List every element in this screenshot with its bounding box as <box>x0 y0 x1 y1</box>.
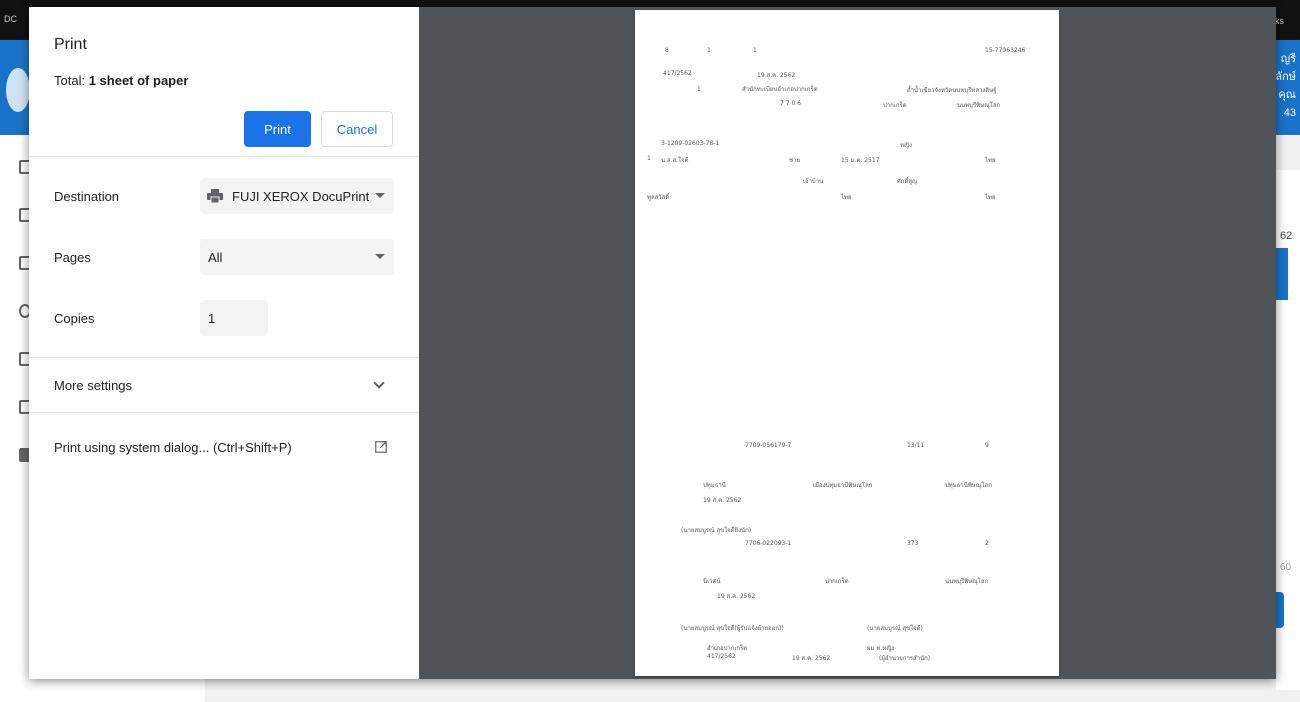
preview-text: 19 ส.ค. 2562 <box>717 593 756 600</box>
preview-text: 417/2562 <box>707 653 736 660</box>
print-settings-panel: Print Total: 1 sheet of paper Print Canc… <box>29 7 419 679</box>
preview-text: ถ้ำน้ำเขียวจังหวัดนนทบุรีหลวงดิษฐ์ <box>907 87 997 94</box>
preview-text: ปทุมธานี <box>703 482 726 489</box>
total-value: 1 sheet of paper <box>88 73 189 88</box>
preview-text: 8 <box>665 47 669 54</box>
copies-label: Copies <box>54 311 95 326</box>
background-value: 62 <box>1280 230 1293 242</box>
copies-input[interactable] <box>200 300 268 336</box>
chevron-down-icon <box>375 254 385 259</box>
preview-text: ไทย <box>985 194 996 201</box>
print-dialog: Print Total: 1 sheet of paper Print Canc… <box>29 7 1276 679</box>
preview-text: พูลสวัสดิ์ <box>647 194 670 201</box>
pages-value: All <box>208 249 223 265</box>
background-logo <box>6 68 30 112</box>
destination-select[interactable]: FUJI XEROX DocuPrint <box>200 178 394 214</box>
divider <box>29 156 419 157</box>
system-dialog-link[interactable]: Print using system dialog... (Ctrl+Shift… <box>54 440 292 455</box>
preview-text: 7706-022093-1 <box>745 540 792 547</box>
destination-value: FUJI XEROX DocuPrint <box>232 188 370 204</box>
pages-select[interactable]: All <box>200 239 394 275</box>
dialog-title: Print <box>54 36 87 53</box>
preview-text: (นายสมบูรณ์ สุขใจดี(ผู้รับแจ้งย้ายออก)) <box>681 625 784 632</box>
preview-text: 15-77963246 <box>985 47 1026 54</box>
preview-text: นนทบุรีพิษณุโลก <box>957 102 1001 109</box>
preview-text: 19 ส.ค. 2562 <box>757 72 796 79</box>
preview-text: เมืองปทุมธานีพิษณุโลก <box>813 482 873 489</box>
more-settings-toggle[interactable]: More settings <box>54 378 132 393</box>
preview-text: (นายสมบูรณ์ สุขใจดียิ่งนัก) <box>681 527 752 534</box>
preview-text: นิเวศน์ <box>703 578 721 585</box>
preview-text: น.ส.ส.ใจดี <box>661 157 689 164</box>
preview-text: 13/11 <box>907 442 925 449</box>
divider <box>29 412 419 413</box>
preview-text: 1 <box>697 86 701 93</box>
preview-text: 9 <box>985 442 989 449</box>
preview-text: สำนักทะเบียนอำเภอปากเกร็ด <box>742 86 818 93</box>
preview-text: ไทย <box>841 194 852 201</box>
preview-text: 417/2562 <box>663 70 692 77</box>
preview-text: นนทบุรีพิษณุโลก <box>945 578 989 585</box>
chevron-down-icon <box>375 193 385 198</box>
total-label: Total: <box>54 73 86 88</box>
preview-text: ศักดิ์สูญ <box>897 178 918 185</box>
preview-text: 1 <box>707 47 711 54</box>
topbar-right-text: ks <box>1275 16 1284 26</box>
chevron-down-icon[interactable] <box>373 377 385 389</box>
printer-icon <box>207 189 223 203</box>
preview-text: 2 <box>985 540 989 547</box>
preview-text: 7 7 0 6 <box>780 100 801 107</box>
preview-text: อำเภอปากเกร็ด <box>707 645 748 652</box>
background-value-2: 60 <box>1280 562 1292 573</box>
cancel-button[interactable]: Cancel <box>321 111 393 147</box>
preview-text: 19 ส.ค. 2562 <box>792 655 831 662</box>
preview-text: ชาย <box>789 157 800 164</box>
preview-text: 3-1209-02603-78-1 <box>661 140 720 147</box>
preview-text: (ผู้อำนวยการสำนัก) <box>879 655 931 662</box>
open-in-new-icon[interactable] <box>375 441 387 453</box>
preview-text: (นายสมบูรณ์ สุขใจดี) <box>867 625 923 632</box>
destination-label: Destination <box>54 189 120 204</box>
preview-text: 7709-056179-7 <box>745 442 792 449</box>
pages-label: Pages <box>54 250 91 265</box>
divider <box>29 357 419 358</box>
preview-text: 19 ส.ค. 2562 <box>703 497 742 504</box>
topbar-left-text: DC <box>4 14 17 24</box>
preview-text: ปทุมธานีพิษณุโลก <box>945 482 992 489</box>
preview-text: 15 ม.ค. 2517 <box>841 157 880 164</box>
preview-text: ปากเกร็ด <box>825 578 849 585</box>
preview-text: 1 <box>647 155 651 162</box>
preview-text: หญิง <box>900 142 912 149</box>
preview-text: 1 <box>753 47 757 54</box>
preview-text: เจ้าบ้าน <box>803 178 824 185</box>
preview-text: 373 <box>907 540 919 547</box>
preview-text: ไทย <box>985 157 996 164</box>
preview-text: ผม ท.หญิง <box>867 645 895 652</box>
print-button[interactable]: Print <box>244 111 311 147</box>
preview-text: ปากเกร็ด <box>883 102 907 109</box>
total-sheets: Total: 1 sheet of paper <box>54 73 188 88</box>
background-blue-button <box>1276 592 1284 628</box>
print-preview-page: 8 1 1 15-77963246 417/2562 19 ส.ค. 2562 … <box>635 10 1059 676</box>
background-blue-block <box>1276 248 1288 300</box>
